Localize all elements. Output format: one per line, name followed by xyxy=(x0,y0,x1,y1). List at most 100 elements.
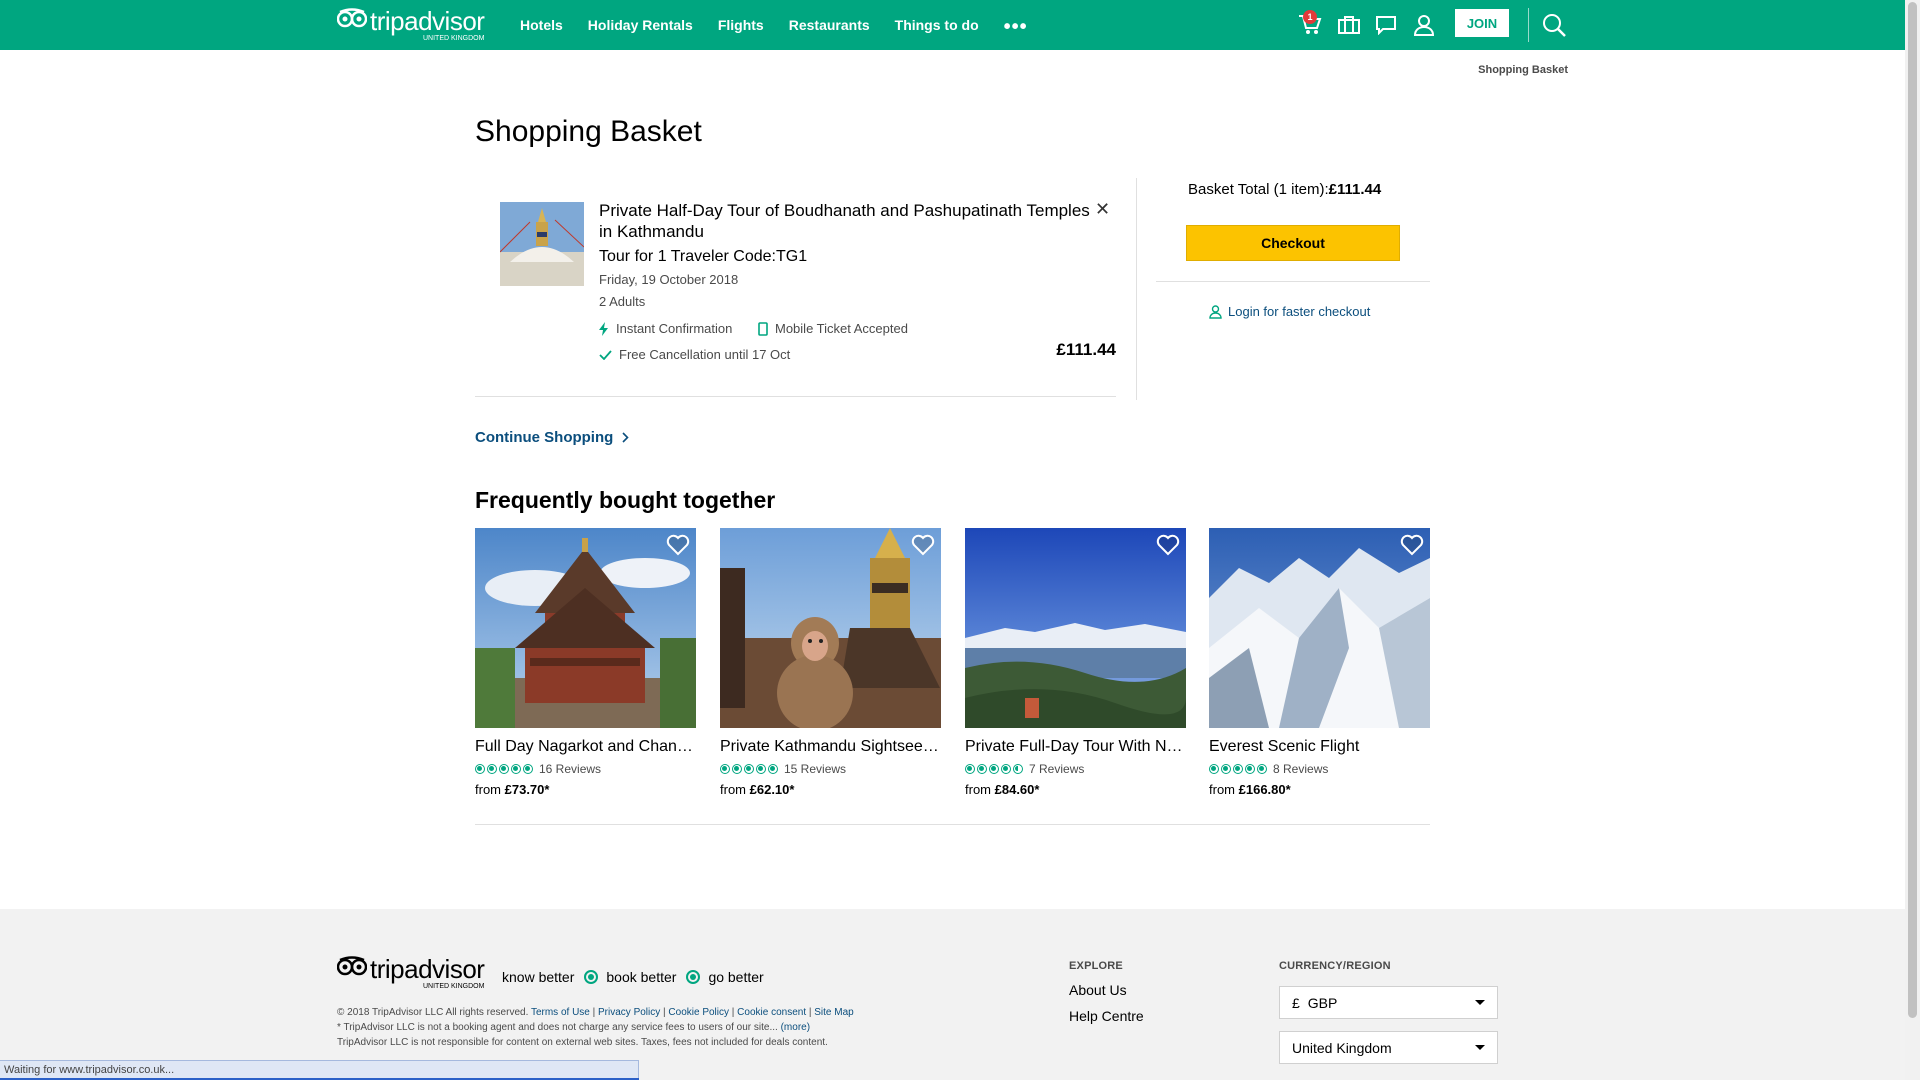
tagline-book: book better xyxy=(606,969,677,985)
nav-flights[interactable]: Flights xyxy=(718,17,764,33)
privacy-link[interactable]: Privacy Policy xyxy=(598,1007,660,1018)
product-card[interactable]: Everest Scenic Flight 8 Reviews from £16… xyxy=(1209,528,1430,803)
rating-bubble-icon xyxy=(732,764,742,774)
nav-hotels[interactable]: Hotels xyxy=(520,17,563,33)
login-faster-checkout-link[interactable]: Login for faster checkout xyxy=(1209,304,1370,319)
heart-icon[interactable] xyxy=(1156,534,1180,556)
product-image[interactable] xyxy=(720,528,941,728)
basket-total-label: Basket Total (1 item): xyxy=(1188,181,1329,198)
product-price: from £62.10* xyxy=(720,782,794,797)
price-value: £84.60* xyxy=(994,782,1040,797)
bullet-icon xyxy=(584,970,599,984)
scrollbar-thumb[interactable] xyxy=(1908,2,1917,1018)
region-select[interactable]: United Kingdom xyxy=(1279,1031,1498,1064)
header-divider xyxy=(1528,8,1529,42)
free-cancellation-label: Free Cancellation until 17 Oct xyxy=(619,347,791,362)
product-image[interactable] xyxy=(1209,528,1430,728)
cookie-policy-link[interactable]: Cookie Policy xyxy=(668,1007,729,1018)
product-price: from £84.60* xyxy=(965,782,1039,797)
heart-icon[interactable] xyxy=(911,534,935,556)
nav-holiday-rentals[interactable]: Holiday Rentals xyxy=(588,17,693,33)
checkmark-icon xyxy=(599,349,612,360)
top-navigation-bar: tripadvisor UNITED KINGDOM Hotels Holida… xyxy=(0,0,1905,50)
help-centre-link[interactable]: Help Centre xyxy=(1069,1008,1144,1024)
logo-wordmark: tripadvisor xyxy=(370,6,485,36)
price-value: £166.80* xyxy=(1238,782,1291,797)
mobile-ticket: Mobile Ticket Accepted xyxy=(758,321,908,336)
checkout-button[interactable]: Checkout xyxy=(1186,225,1400,261)
site-map-link[interactable]: Site Map xyxy=(814,1007,853,1018)
remove-item-button[interactable]: ✕ xyxy=(1095,200,1110,218)
booking-disclaimer: * TripAdvisor LLC is not a booking agent… xyxy=(337,1022,778,1033)
continue-shopping-link[interactable]: Continue Shopping xyxy=(475,429,629,446)
mobile-phone-icon xyxy=(758,321,768,336)
heart-icon[interactable] xyxy=(666,534,690,556)
search-icon[interactable] xyxy=(1540,11,1568,39)
footer-logo[interactable]: tripadvisor UNITED KINGDOM xyxy=(337,956,485,990)
product-image[interactable] xyxy=(965,528,1186,728)
product-card[interactable]: Private Full-Day Tour With Nagarkot Sunr… xyxy=(965,528,1186,803)
tagline-know: know better xyxy=(502,969,575,985)
product-card[interactable]: Full Day Nagarkot and Changu Narayan Tou… xyxy=(475,528,696,803)
review-count[interactable]: 7 Reviews xyxy=(1029,762,1084,776)
rating-bubble-icon xyxy=(1257,764,1267,774)
heart-icon[interactable] xyxy=(1400,534,1424,556)
rating-bubble-icon xyxy=(744,764,754,774)
rating-bubble-icon xyxy=(720,764,730,774)
nav-more-button[interactable]: ••• xyxy=(1004,17,1028,37)
price-value: £62.10* xyxy=(749,782,795,797)
tour-title[interactable]: Private Half-Day Tour of Boudhanath and … xyxy=(599,200,1099,242)
product-title[interactable]: Full Day Nagarkot and Changu Narayan Tou… xyxy=(475,738,696,756)
review-count[interactable]: 15 Reviews xyxy=(784,762,846,776)
content-disclaimer: TripAdvisor LLC is not responsible for c… xyxy=(337,1037,828,1048)
page-scrollbar[interactable] xyxy=(1905,0,1920,1080)
page-footer: tripadvisor UNITED KINGDOM know better b… xyxy=(0,909,1905,1080)
join-button[interactable]: JOIN xyxy=(1455,9,1509,37)
messages-icon[interactable] xyxy=(1372,11,1400,39)
product-card[interactable]: Private Kathmandu Sightseeing Tour 15 Re… xyxy=(720,528,941,803)
region-value: United Kingdom xyxy=(1292,1039,1392,1056)
explore-heading: EXPLORE xyxy=(1069,960,1123,972)
rating-bubble-icon xyxy=(1001,764,1011,774)
more-link[interactable]: (more) xyxy=(781,1022,810,1033)
product-image[interactable] xyxy=(475,528,696,728)
rating-bubble-icon xyxy=(511,764,521,774)
continue-shopping-label: Continue Shopping xyxy=(475,429,614,446)
login-label: Login for faster checkout xyxy=(1228,304,1371,319)
nav-things-to-do[interactable]: Things to do xyxy=(895,17,979,33)
profile-icon[interactable] xyxy=(1410,11,1438,39)
currency-select[interactable]: £ GBP xyxy=(1279,986,1498,1019)
basket-total-value: £111.44 xyxy=(1328,181,1382,198)
rating-bubble-icon xyxy=(965,764,975,774)
review-count[interactable]: 16 Reviews xyxy=(539,762,601,776)
footer-logo-region: UNITED KINGDOM xyxy=(422,983,485,990)
price-prefix: from xyxy=(1209,782,1239,797)
instant-confirmation: Instant Confirmation xyxy=(599,321,732,336)
rating-bubble-icon xyxy=(1209,764,1219,774)
product-title[interactable]: Private Kathmandu Sightseeing Tour xyxy=(720,738,941,756)
cookie-consent-link[interactable]: Cookie consent xyxy=(737,1007,806,1018)
rating-bubble-icon xyxy=(989,764,999,774)
rating-bubbles: 8 Reviews xyxy=(1209,762,1328,776)
review-count[interactable]: 8 Reviews xyxy=(1273,762,1328,776)
nav-restaurants[interactable]: Restaurants xyxy=(789,17,870,33)
owl-eyes-icon xyxy=(337,956,367,976)
price-prefix: from xyxy=(475,782,505,797)
product-title[interactable]: Private Full-Day Tour With Nagarkot Sunr… xyxy=(965,738,1186,756)
tripadvisor-logo[interactable]: tripadvisor UNITED KINGDOM xyxy=(337,6,485,42)
lightning-icon xyxy=(599,321,608,336)
about-us-link[interactable]: About Us xyxy=(1069,982,1127,998)
tour-thumbnail[interactable] xyxy=(500,202,584,286)
basket-item: Private Half-Day Tour of Boudhanath and … xyxy=(475,178,1116,397)
currency-symbol: £ xyxy=(1292,994,1300,1011)
main-nav: Hotels Holiday Rentals Flights Restauran… xyxy=(520,0,1053,50)
rating-bubble-icon xyxy=(1013,764,1023,774)
trips-icon[interactable] xyxy=(1335,11,1363,39)
column-divider xyxy=(1136,178,1137,400)
logo-region: UNITED KINGDOM xyxy=(422,35,485,42)
terms-link[interactable]: Terms of Use xyxy=(531,1007,590,1018)
rating-bubble-icon xyxy=(1221,764,1231,774)
product-title[interactable]: Everest Scenic Flight xyxy=(1209,738,1430,756)
frequently-bought-title: Frequently bought together xyxy=(475,487,776,513)
price-prefix: from xyxy=(965,782,995,797)
